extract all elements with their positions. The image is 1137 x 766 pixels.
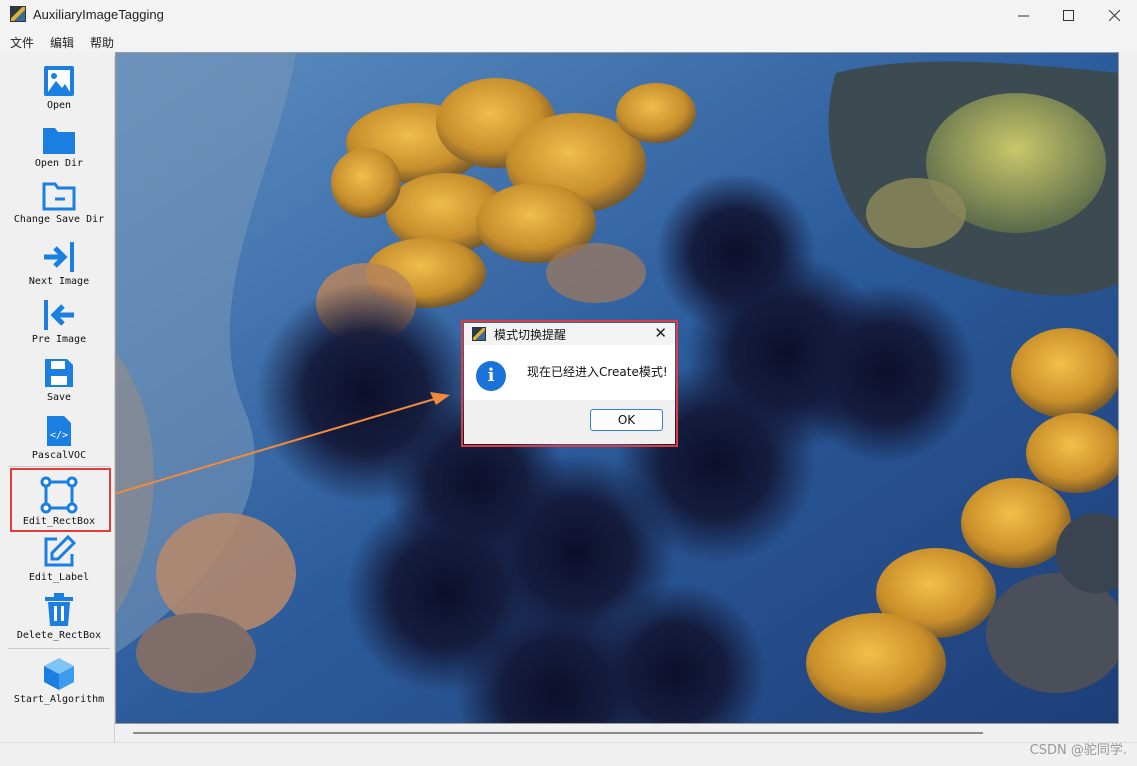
dialog-title: 模式切换提醒: [494, 328, 567, 342]
vertical-scrollbar[interactable]: [1119, 52, 1135, 742]
edit-pencil-icon: [44, 534, 77, 567]
svg-text:</>: </>: [50, 430, 68, 441]
delete-rectbox-label: Delete_RectBox: [16, 630, 102, 641]
menu-bar: 文件 编辑 帮助: [0, 30, 1137, 52]
save-button[interactable]: Save: [4, 356, 114, 403]
close-button[interactable]: [1091, 0, 1137, 30]
info-icon: i: [476, 361, 506, 391]
cube-icon: [44, 658, 74, 690]
menu-edit[interactable]: 编辑: [50, 34, 74, 51]
menu-file[interactable]: 文件: [10, 34, 34, 51]
horizontal-scrollbar[interactable]: [115, 724, 1119, 742]
pre-image-button[interactable]: Pre Image: [4, 298, 114, 345]
arrow-right-bar-icon: [44, 242, 74, 272]
minimize-icon: [1017, 15, 1029, 16]
image-icon: [44, 66, 74, 96]
open-dir-label: Open Dir: [34, 158, 84, 169]
dialog-title-bar: 模式切换提醒 ✕: [464, 323, 675, 345]
save-icon: [45, 359, 73, 387]
folder-outline-icon: [42, 182, 76, 211]
maximize-icon: [1062, 9, 1074, 21]
next-image-button[interactable]: Next Image: [4, 240, 114, 287]
menu-help[interactable]: 帮助: [90, 34, 114, 51]
mode-switch-dialog: 模式切换提醒 ✕ i 现在已经进入Create模式! OK: [464, 323, 675, 444]
pascal-voc-button[interactable]: </> PascalVOC: [4, 414, 114, 461]
save-label: Save: [46, 392, 72, 403]
dialog-close-icon[interactable]: ✕: [654, 324, 667, 342]
open-dir-button[interactable]: Open Dir: [4, 124, 114, 169]
open-button[interactable]: Open: [4, 64, 114, 111]
dialog-message: 现在已经进入Create模式!: [527, 365, 668, 379]
dialog-app-icon: [472, 327, 486, 341]
maximize-button[interactable]: [1045, 0, 1091, 30]
arrow-left-bar-icon: [44, 300, 74, 330]
title-bar: AuxiliaryImageTagging: [0, 0, 1137, 30]
start-algorithm-label: Start_Algorithm: [13, 694, 105, 705]
ok-button[interactable]: OK: [590, 409, 663, 431]
minimize-button[interactable]: [1000, 0, 1046, 30]
next-image-label: Next Image: [28, 276, 90, 287]
window-title: AuxiliaryImageTagging: [33, 7, 164, 22]
toolbar-separator: [8, 648, 110, 649]
app-icon: [10, 6, 26, 22]
change-save-dir-button[interactable]: Change Save Dir: [4, 180, 114, 225]
delete-rectbox-button[interactable]: Delete_RectBox: [4, 592, 114, 641]
start-algorithm-button[interactable]: Start_Algorithm: [4, 656, 114, 705]
horizontal-scroll-thumb[interactable]: [133, 732, 983, 734]
open-label: Open: [46, 100, 72, 111]
code-file-icon: </>: [47, 416, 71, 446]
edit-rectbox-highlight: [10, 468, 111, 532]
toolbar-separator: [8, 466, 110, 467]
edit-label-label: Edit_Label: [28, 572, 90, 583]
pascal-voc-label: PascalVOC: [31, 450, 87, 461]
edit-label-button[interactable]: Edit_Label: [4, 534, 114, 583]
trash-icon: [45, 593, 73, 626]
left-toolbar: Open Open Dir Change Save Dir Next Image…: [4, 56, 115, 742]
status-bar: [0, 742, 1137, 766]
dialog-body: i 现在已经进入Create模式!: [464, 345, 675, 400]
pre-image-label: Pre Image: [31, 334, 87, 345]
folder-icon: [43, 128, 75, 154]
close-icon: [1108, 9, 1120, 21]
change-save-dir-label: Change Save Dir: [13, 214, 105, 225]
watermark: CSDN @驼同学.: [1029, 743, 1127, 758]
